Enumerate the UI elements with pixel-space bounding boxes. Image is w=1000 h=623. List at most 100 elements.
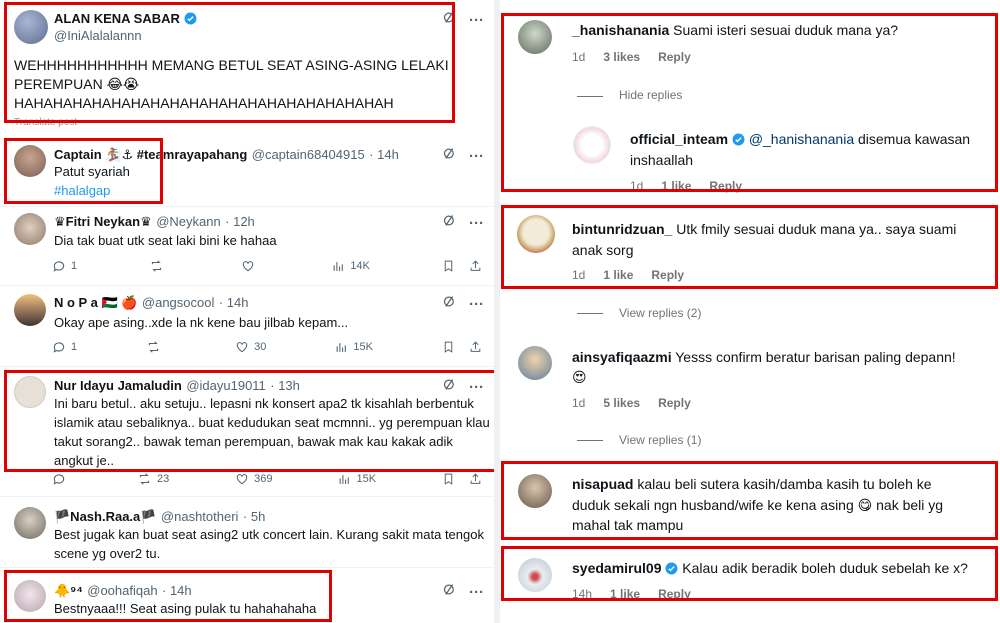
- grok-icon[interactable]: [442, 213, 457, 233]
- reply-tweet[interactable]: ♛Fitri Neykan♛ @Neykann · 12h ··· Dia ta…: [0, 207, 494, 285]
- avatar[interactable]: [14, 294, 46, 326]
- reply-tweet[interactable]: Captain 🏂⚓ #teamrayapahang @captain68404…: [0, 138, 494, 206]
- author-name[interactable]: ♛Fitri Neykan♛: [54, 214, 152, 229]
- repost-button[interactable]: [146, 340, 166, 354]
- hashtag-link[interactable]: #halalgap: [54, 181, 130, 200]
- more-options-icon[interactable]: ···: [469, 12, 484, 29]
- like-button[interactable]: 369: [235, 472, 273, 486]
- author-name[interactable]: Nur Idayu Jamaludin: [54, 378, 182, 393]
- reply-tweet[interactable]: N o P a 🇵🇸 🍎 @angsocool · 14h ··· Okay a…: [0, 286, 494, 366]
- grok-icon[interactable]: [442, 10, 457, 30]
- comment-username[interactable]: ainsyafiqaazmi: [572, 349, 672, 365]
- post-time[interactable]: · 14h: [162, 583, 192, 598]
- grok-icon[interactable]: [442, 582, 457, 602]
- repost-button[interactable]: [149, 259, 169, 273]
- comment-age: 1d: [572, 396, 586, 410]
- author-handle[interactable]: @idayu19011: [186, 378, 265, 393]
- comment-username[interactable]: official_inteam: [630, 131, 728, 147]
- tweet-text-line: Dia tak buat utk seat laki bini ke hahaa: [54, 233, 277, 248]
- author-handle[interactable]: @angsocool: [142, 295, 214, 310]
- comment-reply-button[interactable]: Reply: [651, 268, 684, 282]
- post-time[interactable]: · 5h: [243, 509, 265, 524]
- comment-like-count[interactable]: 1 like: [610, 587, 640, 601]
- author-name[interactable]: N o P a 🇵🇸 🍎: [54, 295, 137, 310]
- avatar[interactable]: [518, 474, 552, 508]
- reply-tweet[interactable]: 🐥⁹⁴ @oohafiqah · 14h ··· Bestnyaaa!!! Se…: [0, 568, 494, 623]
- share-icon[interactable]: [469, 340, 482, 354]
- author-name[interactable]: 🏴Nash.Raa.a🏴: [54, 509, 156, 524]
- comment-reply-button[interactable]: Reply: [658, 396, 691, 410]
- grok-icon[interactable]: [442, 146, 457, 166]
- author-handle[interactable]: @nashtotheri: [161, 509, 239, 524]
- translate-post-link[interactable]: Translate post: [14, 117, 77, 128]
- bookmark-icon[interactable]: [442, 259, 455, 273]
- comment-text: Yesss confirm beratur barisan paling dep…: [675, 349, 956, 365]
- avatar[interactable]: [14, 376, 46, 408]
- avatar[interactable]: [518, 558, 552, 592]
- tweet-text-line: HAHAHAHAHAHAHAHAHAHAHAHAHAHAHAHAHAHAHAH: [14, 95, 394, 111]
- author-name[interactable]: 🐥⁹⁴: [54, 583, 83, 598]
- post-time[interactable]: · 14h: [219, 295, 249, 310]
- share-icon[interactable]: [469, 472, 482, 486]
- avatar[interactable]: [14, 580, 46, 612]
- comment-like-count[interactable]: 1 like: [603, 268, 633, 282]
- post-time[interactable]: · 14h: [369, 147, 399, 162]
- reply-tweet[interactable]: 🏴Nash.Raa.a🏴 @nashtotheri · 5h Best juga…: [0, 497, 494, 567]
- reply-button[interactable]: 1: [52, 259, 77, 273]
- author-handle[interactable]: @oohafiqah: [87, 583, 157, 598]
- author-name[interactable]: ALAN KENA SABAR: [54, 11, 180, 26]
- views-button[interactable]: 14K: [332, 259, 370, 273]
- bookmark-icon[interactable]: [442, 472, 455, 486]
- avatar[interactable]: [573, 126, 611, 164]
- avatar[interactable]: [518, 20, 552, 54]
- author-handle[interactable]: @captain68404915: [252, 147, 365, 162]
- like-count: 30: [254, 341, 267, 353]
- more-options-icon[interactable]: ···: [469, 215, 484, 232]
- share-icon[interactable]: [469, 259, 482, 273]
- avatar[interactable]: [14, 145, 46, 177]
- reply-button[interactable]: 1: [52, 340, 77, 354]
- comment-text: duduk sekali ngn husband/wife ke kena as…: [572, 497, 944, 513]
- avatar[interactable]: [14, 10, 48, 44]
- post-time[interactable]: · 12h: [225, 214, 255, 229]
- verified-badge-icon: [732, 133, 745, 146]
- comment-like-count[interactable]: 3 likes: [603, 50, 640, 64]
- comment-username[interactable]: syedamirul09: [572, 560, 662, 576]
- avatar[interactable]: [14, 507, 46, 539]
- author-handle[interactable]: @Neykann: [156, 214, 221, 229]
- author-name[interactable]: Captain 🏂⚓ #teamrayapahang: [54, 147, 247, 162]
- comment-reply-button[interactable]: Reply: [658, 587, 691, 601]
- more-options-icon[interactable]: ···: [469, 379, 484, 396]
- comment-reply-button[interactable]: Reply: [658, 50, 691, 64]
- view-replies-button[interactable]: View replies (2): [619, 306, 701, 320]
- comment-reply-button[interactable]: Reply: [709, 179, 742, 193]
- author-handle[interactable]: @IniAlalalannn: [54, 28, 142, 43]
- divider: [0, 366, 494, 367]
- reply-button[interactable]: [52, 472, 71, 486]
- comment-text: disemua kawasan: [858, 131, 971, 147]
- comment-like-count[interactable]: 1 like: [661, 179, 691, 193]
- comment-username[interactable]: bintunridzuan_: [572, 221, 672, 237]
- like-button[interactable]: [241, 259, 260, 273]
- post-time[interactable]: · 13h: [270, 378, 300, 393]
- view-replies-button[interactable]: View replies (1): [619, 433, 701, 447]
- avatar[interactable]: [14, 213, 46, 245]
- more-options-icon[interactable]: ···: [469, 296, 484, 313]
- avatar[interactable]: [517, 215, 555, 253]
- more-options-icon[interactable]: ···: [469, 584, 484, 601]
- main-tweet[interactable]: ALAN KENA SABAR @IniAlalalannn ··· WEHHH…: [0, 0, 494, 128]
- views-button[interactable]: 15K: [338, 472, 376, 486]
- comment-like-count[interactable]: 5 likes: [603, 396, 640, 410]
- grok-icon[interactable]: [442, 294, 457, 314]
- mention-link[interactable]: @_hanishanania: [749, 131, 854, 147]
- comment-username[interactable]: _hanishanania: [572, 22, 669, 38]
- comment-username[interactable]: nisapuad: [572, 476, 633, 492]
- hide-replies-button[interactable]: Hide replies: [619, 88, 682, 102]
- reply-tweet[interactable]: Nur Idayu Jamaludin @idayu19011 · 13h ··…: [0, 368, 494, 493]
- more-options-icon[interactable]: ···: [469, 148, 484, 165]
- views-button[interactable]: 15K: [335, 340, 373, 354]
- like-button[interactable]: 30: [235, 340, 266, 354]
- repost-button[interactable]: 23: [137, 472, 169, 486]
- avatar[interactable]: [518, 346, 552, 380]
- bookmark-icon[interactable]: [442, 340, 455, 354]
